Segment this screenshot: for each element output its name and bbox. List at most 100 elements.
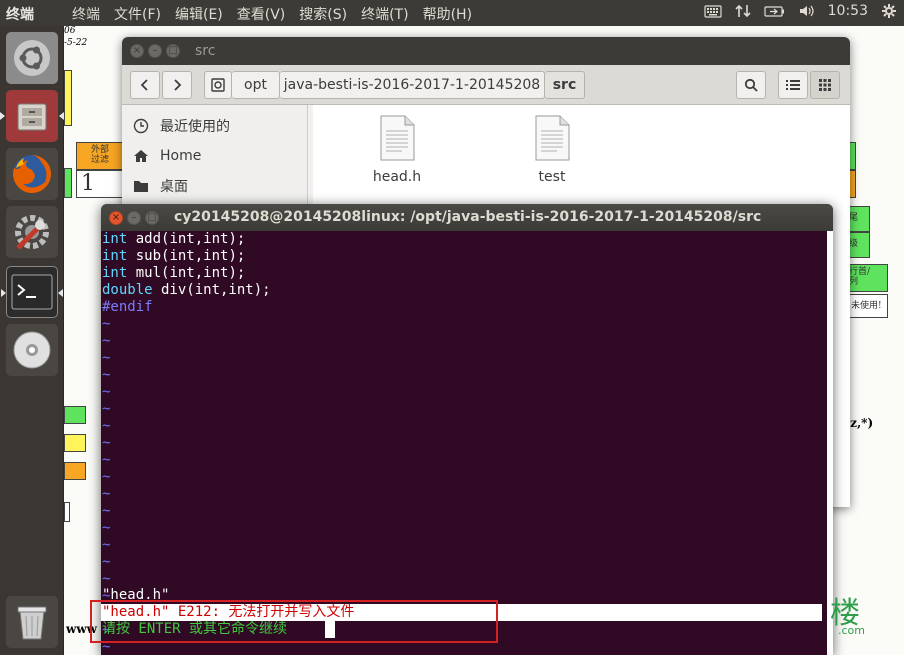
- clock[interactable]: 10:53: [828, 3, 868, 19]
- grid-view-icon: [819, 79, 831, 91]
- menu-item-edit[interactable]: 编辑(E): [175, 4, 223, 24]
- doc-right-label-4: 未使用!: [851, 301, 882, 311]
- keyboard-icon[interactable]: [704, 3, 722, 19]
- menu-item-terminal[interactable]: 终端(T): [361, 4, 408, 24]
- doc-right-label-1: 尾: [849, 213, 859, 223]
- search-button[interactable]: [736, 71, 766, 99]
- search-icon: [744, 78, 758, 92]
- file-name: head.h: [372, 169, 422, 185]
- vim-tilde-line: ~: [102, 452, 111, 468]
- launcher-files[interactable]: [0, 90, 64, 142]
- top-panel: 终端 终端 文件(F) 编辑(E) 查看(V) 搜索(S) 终端(T) 帮助(H…: [0, 0, 904, 26]
- list-view-button[interactable]: [778, 71, 808, 99]
- watermark-domain: .com: [838, 624, 865, 637]
- launcher-terminal[interactable]: [1, 266, 63, 318]
- code-endif: #endif: [102, 299, 153, 315]
- code-rest: sub(int,int);: [127, 248, 246, 264]
- fm-maximize-button[interactable]: □: [166, 44, 180, 58]
- vim-tilde-line: ~: [102, 367, 111, 383]
- menu-item-terminal-app[interactable]: 终端: [72, 4, 100, 24]
- vim-tilde-line: ~: [102, 384, 111, 400]
- terminal-window: × – □ cy20145208@20145208linux: /opt/jav…: [101, 204, 833, 655]
- path-root-button[interactable]: [204, 71, 232, 99]
- forward-button[interactable]: [162, 71, 192, 99]
- doc-right-label-3: 行首/ 列: [849, 267, 871, 287]
- path-src-label: src: [552, 77, 577, 93]
- launcher-settings[interactable]: [6, 206, 58, 258]
- term-minimize-button[interactable]: –: [127, 211, 141, 225]
- vim-tilde-line: ~: [102, 435, 111, 451]
- code-line: int sub(int,int);: [101, 248, 833, 265]
- code-rest: div(int,int);: [152, 282, 271, 298]
- vim-tilde-line: ~: [102, 554, 111, 570]
- terminal-title: cy20145208@20145208linux: /opt/java-best…: [174, 209, 762, 225]
- launcher-trash[interactable]: [6, 596, 58, 648]
- menu-bar: 终端 文件(F) 编辑(E) 查看(V) 搜索(S) 终端(T) 帮助(H): [72, 4, 486, 24]
- file-item-test[interactable]: test: [512, 115, 592, 185]
- menu-item-view[interactable]: 查看(V): [237, 4, 286, 24]
- launcher-firefox[interactable]: [6, 148, 58, 200]
- doc-right-text: .z,*): [846, 416, 874, 430]
- network-transfer-icon[interactable]: [734, 3, 752, 19]
- doc-big-digit: 1: [81, 171, 95, 196]
- home-icon: [132, 147, 150, 165]
- code-line: int add(int,int);: [101, 231, 833, 248]
- vim-tilde-line: ~: [102, 350, 111, 366]
- file-name: test: [538, 169, 566, 185]
- back-button[interactable]: [130, 71, 160, 99]
- sidebar-item-label: 最近使用的: [160, 119, 230, 135]
- vim-tilde-line: ~: [102, 520, 111, 536]
- dvd-icon: [13, 331, 51, 369]
- doc-legend-orange: [64, 462, 86, 480]
- code-type: int: [102, 265, 128, 281]
- gear-icon[interactable]: [880, 3, 898, 19]
- path-opt-button[interactable]: opt: [232, 71, 280, 99]
- settings-wrench-icon: [15, 215, 49, 250]
- indicator-area: 10:53: [704, 3, 898, 19]
- sidebar-item-desktop[interactable]: 桌面: [122, 171, 307, 201]
- doc-orange-label: 外部 过滤: [91, 145, 110, 165]
- path-project-button[interactable]: java-besti-is-2016-2017-1-20145208: [280, 71, 545, 99]
- battery-icon[interactable]: [764, 3, 786, 19]
- code-rest: add(int,int);: [127, 231, 246, 247]
- clock-icon: [132, 117, 150, 135]
- code-type: int: [102, 231, 128, 247]
- path-src-button[interactable]: src: [545, 71, 585, 99]
- terminal-icon: [11, 274, 53, 310]
- trash-icon: [17, 606, 47, 640]
- term-close-button[interactable]: ×: [109, 211, 123, 225]
- path-opt-label: opt: [244, 77, 267, 93]
- vim-tilde-line: ~: [102, 503, 111, 519]
- term-maximize-button[interactable]: □: [145, 211, 159, 225]
- fm-title: src: [195, 43, 216, 59]
- code-rest: mul(int,int);: [127, 265, 246, 281]
- menu-item-file[interactable]: 文件(F): [114, 4, 161, 24]
- text-file-icon: [380, 115, 415, 161]
- launcher-dash[interactable]: [6, 32, 58, 84]
- sidebar-item-home[interactable]: Home: [122, 141, 307, 171]
- doc-legend-yellow: [64, 434, 86, 452]
- vim-tilde-line: ~: [102, 537, 111, 553]
- folder-icon: [132, 177, 150, 195]
- fm-close-button[interactable]: ×: [130, 44, 144, 58]
- launcher-dvd[interactable]: [6, 324, 58, 376]
- doc-yellow-block: [64, 70, 72, 126]
- terminal-content[interactable]: int add(int,int); int sub(int,int); int …: [101, 231, 833, 655]
- menu-item-help[interactable]: 帮助(H): [423, 4, 472, 24]
- volume-icon[interactable]: [798, 3, 816, 19]
- list-view-icon: [786, 80, 800, 90]
- menu-item-search[interactable]: 搜索(S): [299, 4, 347, 24]
- sidebar-item-recent[interactable]: 最近使用的: [122, 111, 307, 141]
- grid-view-button[interactable]: [810, 71, 840, 99]
- code-line: double div(int,int);: [101, 282, 833, 299]
- doc-right-label-2: 级: [849, 239, 859, 249]
- terminal-titlebar[interactable]: × – □ cy20145208@20145208linux: /opt/jav…: [101, 204, 833, 231]
- file-manager-titlebar[interactable]: × – □ src: [122, 37, 850, 65]
- vim-tilde-line: ~: [102, 333, 111, 349]
- drive-icon: [211, 78, 225, 92]
- fm-minimize-button[interactable]: –: [148, 44, 162, 58]
- path-project-label: java-besti-is-2016-2017-1-20145208: [283, 77, 541, 93]
- vim-tilde-line: ~: [102, 401, 111, 417]
- doc-legend-white: [64, 502, 70, 522]
- file-item-head-h[interactable]: head.h: [357, 115, 437, 185]
